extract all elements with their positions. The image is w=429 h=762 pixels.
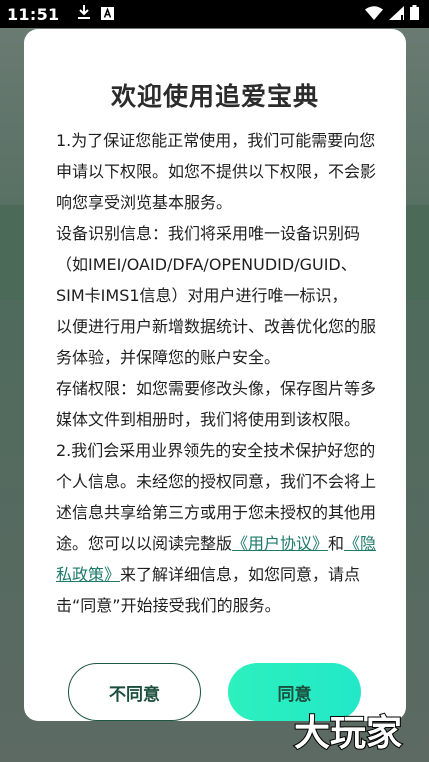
wifi-icon bbox=[365, 5, 383, 24]
privacy-dialog: 欢迎使用追爱宝典 1.为了保证您能正常使用，我们可能需要向您申请以下权限。如您不… bbox=[24, 29, 406, 721]
status-time: 11:51 bbox=[7, 4, 60, 24]
storage-permission: 存储权限：如您需要修改头像，保存图片等多媒体文件到相册时，我们将使用到该权限。 bbox=[56, 379, 377, 429]
battery-icon bbox=[410, 4, 419, 24]
dialog-title: 欢迎使用追爱宝典 bbox=[110, 82, 319, 111]
permission-intro: 1.为了保证您能正常使用，我们可能需要向您申请以下权限。如您不提供以下权限，不会… bbox=[56, 131, 377, 212]
watermark-logo: 大玩家 bbox=[292, 707, 422, 755]
dialog-body: 1.为了保证您能正常使用，我们可能需要向您申请以下权限。如您不提供以下权限，不会… bbox=[56, 125, 384, 621]
svg-text:大玩家: 大玩家 bbox=[294, 713, 402, 754]
device-id-permission: 设备识别信息：我们将采用唯一设备识别码（如IMEI/OAID/DFA/OPENU… bbox=[56, 224, 361, 305]
signal-icon bbox=[389, 5, 404, 24]
and-text: 和 bbox=[328, 534, 345, 553]
disagree-button[interactable]: 不同意 bbox=[68, 663, 201, 721]
status-bar: 11:51 bbox=[0, 0, 429, 28]
user-agreement-link[interactable]: 《用户协议》 bbox=[232, 534, 328, 553]
keyboard-a-icon bbox=[101, 5, 115, 24]
download-icon bbox=[77, 4, 91, 24]
device-id-purpose: 以便进行用户新增数据统计、改善优化您的服务体验，并保障您的账户安全。 bbox=[56, 317, 377, 367]
privacy-statement: 2.我们会采用业界领先的安全技术保护好您的个人信息。未经您的授权同意，我们不会将… bbox=[56, 435, 384, 621]
